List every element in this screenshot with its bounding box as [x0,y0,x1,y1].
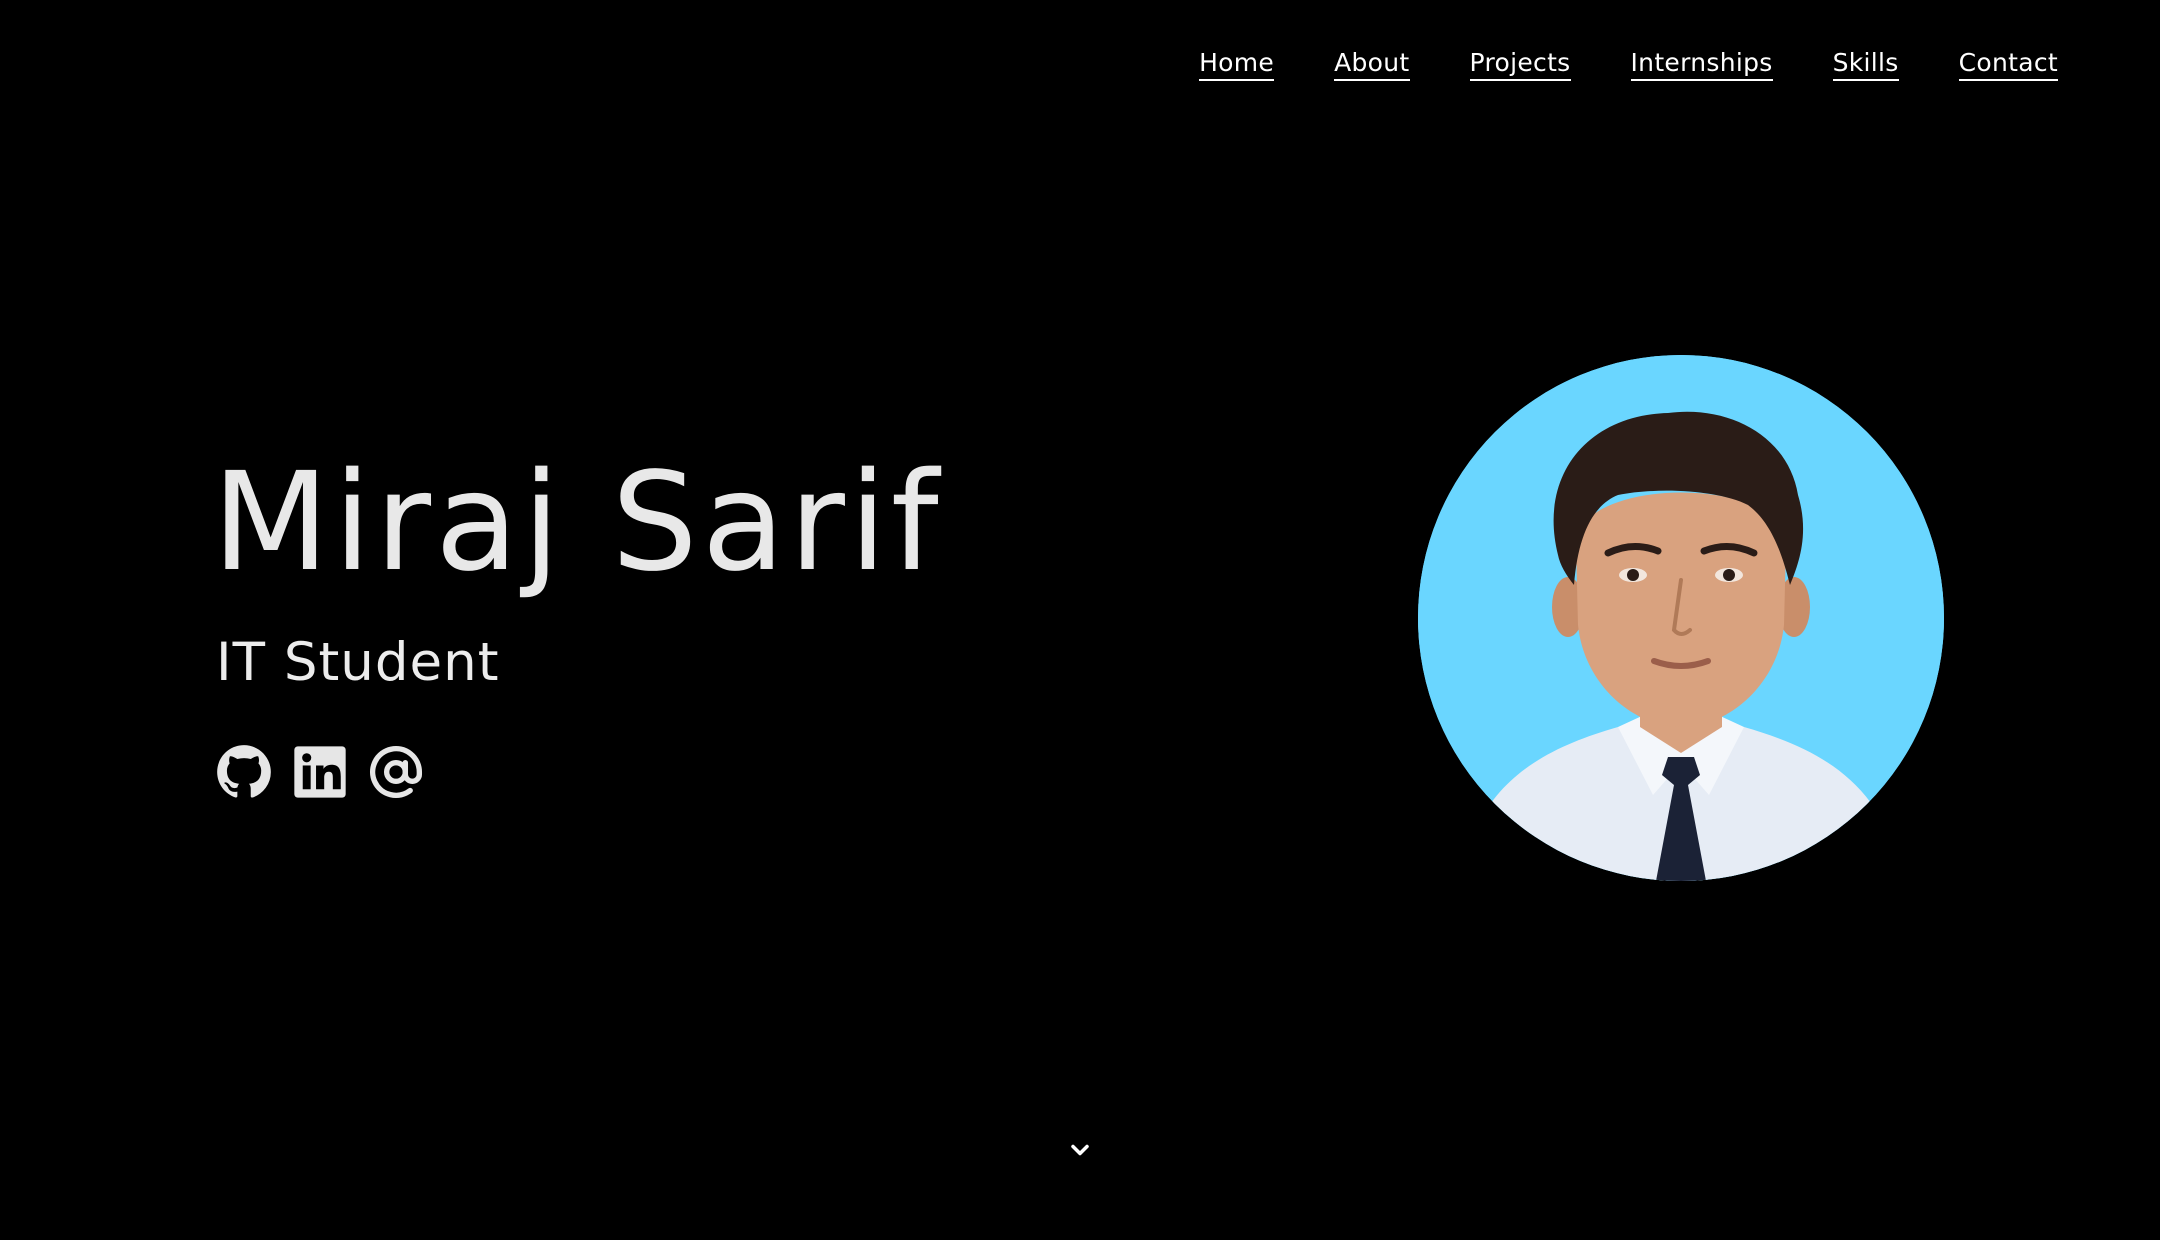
nav-link-contact[interactable]: Contact [1958,48,2058,81]
linkedin-icon[interactable] [292,744,348,800]
nav-link-internships[interactable]: Internships [1630,48,1773,81]
social-links [216,744,444,800]
nav-link-skills[interactable]: Skills [1832,48,1899,81]
nav-link-projects[interactable]: Projects [1469,48,1571,81]
github-icon[interactable] [216,744,272,800]
hero-name: Miraj Sarif [212,444,943,602]
hero-role: IT Student [216,632,500,693]
profile-photo [1418,355,1944,881]
top-nav: Home About Projects Internships Skills C… [1199,40,2058,88]
chevron-down-icon[interactable] [1066,1136,1094,1164]
nav-link-home[interactable]: Home [1199,48,1275,81]
at-sign-icon[interactable] [368,744,424,800]
nav-link-about[interactable]: About [1334,48,1410,81]
profile-photo-illustration [1418,355,1944,881]
